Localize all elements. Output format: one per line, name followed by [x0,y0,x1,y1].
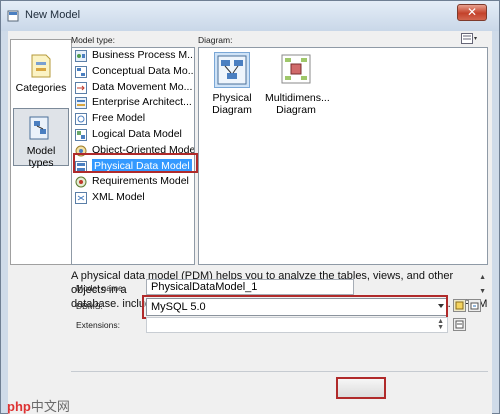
scroll-up-icon[interactable]: ▲ [479,271,486,285]
model-type-item[interactable]: Free Model [72,111,194,127]
business-process-icon [75,50,87,62]
model-type-item[interactable]: Requirements Model [72,174,194,190]
title-bar[interactable]: New Model ✕ [1,1,499,31]
properties-icon [455,301,464,310]
model-types-icon [29,116,49,140]
watermark-text: 中文网 [30,399,70,414]
multidimensional-diagram-thumb [278,52,314,88]
category-label-categories: Categories [15,82,67,94]
model-type-label: Logical Data Model [92,127,182,140]
model-type-label: Business Process M... [92,49,195,61]
model-type-label: Data Movement Mo... [92,80,193,93]
logical-data-icon [75,128,87,141]
free-model-icon [75,113,87,126]
diagram-label-line1: Multidimens... [265,92,330,104]
model-type-header: Model type: [71,35,115,45]
extensions-button[interactable] [453,318,466,331]
model-type-label: XML Model [92,191,145,204]
model-type-item[interactable]: Data Movement Mo... [72,80,194,96]
watermark: php中文网 [7,396,70,414]
view-mode-icon[interactable] [461,33,479,44]
diagram-panel: Physical Diagram Multidimens... Diagram [198,47,488,265]
extensions-icon [455,320,464,329]
category-item-model-types[interactable]: Model types [13,108,69,169]
model-name-value: PhysicalDataModel_1 [151,281,258,293]
model-type-item[interactable]: XML Model [72,190,194,206]
spinner-icon[interactable]: ▲ ▼ [437,318,444,331]
enterprise-architecture-icon [75,97,87,110]
dbms-label: DBMS: [76,301,103,311]
diagram-item-multidimensional[interactable]: Multidimens... Diagram [265,52,330,116]
physical-diagram-thumb [214,52,250,88]
category-label-model-types: Model types [26,145,56,169]
category-panel: Categories Model types [10,39,72,265]
data-movement-icon [75,81,87,94]
diagram-label-line1: Physical [212,92,252,104]
app-icon [7,10,19,22]
conceptual-data-icon [75,65,87,78]
physical-diagram-icon [217,55,247,85]
xml-model-icon [75,192,87,205]
dbms-browse-button[interactable] [468,299,481,312]
new-model-dialog: New Model ✕ Categories Model types Model… [0,0,500,414]
model-name-label: Model name: [76,283,126,293]
dialog-body: Categories Model types Model type: Busin… [8,31,492,414]
window-title: New Model [25,9,81,21]
ok-button[interactable] [336,377,386,399]
scroll-down-icon[interactable]: ▼ [479,285,486,299]
separator [71,371,488,372]
dbms-highlight [142,295,448,319]
browse-icon [470,302,479,310]
model-name-field[interactable]: PhysicalDataModel_1 [146,279,354,295]
model-type-item[interactable]: Conceptual Data Mo... [72,64,194,80]
close-button[interactable]: ✕ [457,4,487,21]
multidimensional-diagram-icon [281,54,311,84]
diagram-header: Diagram: [198,35,233,45]
dbms-properties-button[interactable] [453,299,466,312]
model-type-item[interactable]: Business Process M... [72,48,194,64]
extensions-label: Extensions: [76,320,120,330]
model-type-item[interactable]: Logical Data Model [72,127,194,143]
model-type-item[interactable]: Enterprise Architect... [72,95,194,111]
physical-data-model-highlight [73,153,198,173]
model-type-label: Free Model [92,112,146,125]
category-item-categories[interactable]: Categories [13,46,69,104]
model-type-label: Requirements Model [92,175,189,188]
requirements-icon [75,176,87,188]
model-type-label: Enterprise Architect... [92,96,192,109]
diagram-item-physical[interactable]: Physical Diagram [201,52,263,116]
extensions-field[interactable]: ▲ ▼ [146,317,448,333]
close-icon: ✕ [466,5,478,19]
diagram-label-line2: Diagram [276,104,316,116]
watermark-brand: php [7,399,31,414]
categories-icon [31,54,51,78]
model-type-label: Conceptual Data Mo... [92,64,195,77]
diagram-label-line2: Diagram [212,104,252,116]
